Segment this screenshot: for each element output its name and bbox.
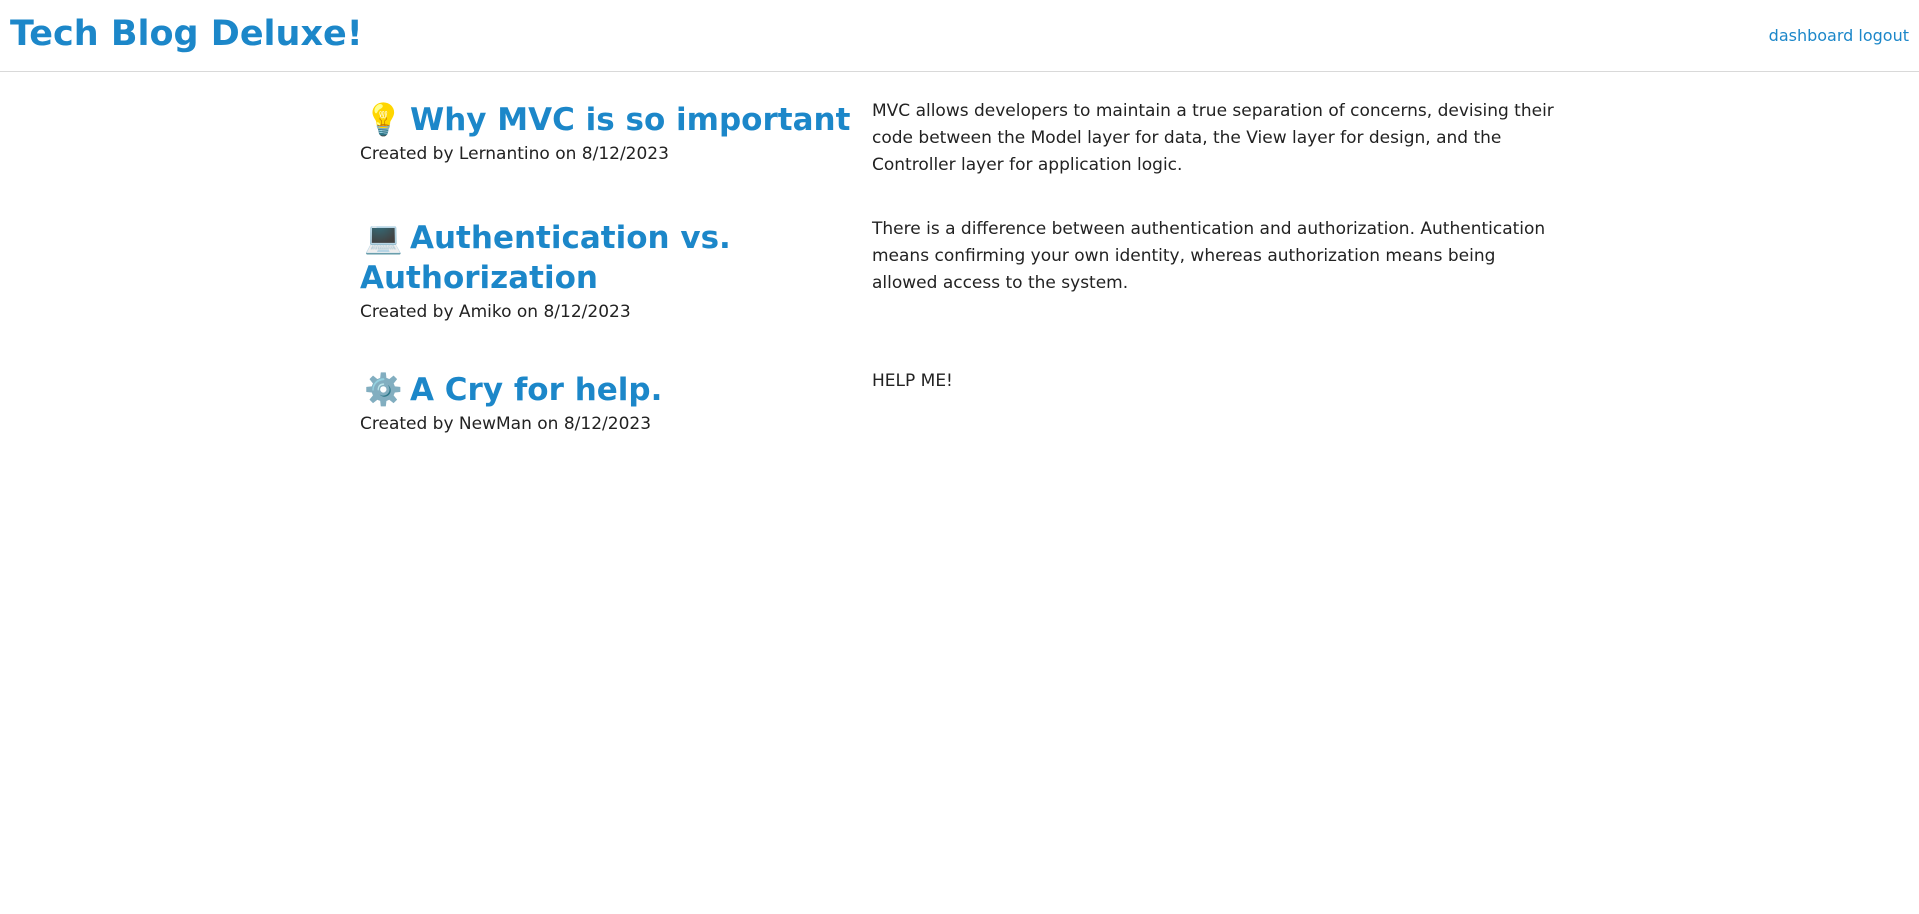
post-meta: Created by NewMan on 8/12/2023 xyxy=(360,414,652,434)
post-title: Why MVC is so important xyxy=(410,102,851,138)
post-title-link[interactable]: 💻 Authentication vs. Authorization xyxy=(360,218,872,298)
site-title[interactable]: Tech Blog Deluxe! xyxy=(10,10,363,58)
post-meta: Created by Lernantino on 8/12/2023 xyxy=(360,144,669,164)
post-body: HELP ME! xyxy=(872,371,953,391)
post-header: ⚙️ A Cry for help. Created by NewMan on 8… xyxy=(360,370,872,470)
lightbulb-icon: 💡 xyxy=(364,102,403,138)
post-meta: Created by Amiko on 8/12/2023 xyxy=(360,302,631,322)
post-body: There is a difference between authentica… xyxy=(872,219,1546,293)
post-title: Authentication vs. Authorization xyxy=(360,220,731,296)
dashboard-link[interactable]: dashboard xyxy=(1769,26,1854,45)
post-content: MVC allows developers to maintain a true… xyxy=(872,100,1560,218)
post-card: 💡 Why MVC is so important Created by Lern… xyxy=(360,100,1560,218)
post-list: 💡 Why MVC is so important Created by Lern… xyxy=(360,100,1560,470)
post-content: There is a difference between authentica… xyxy=(872,218,1560,370)
post-title-link[interactable]: ⚙️ A Cry for help. xyxy=(360,370,872,410)
laptop-icon: 💻 xyxy=(364,220,403,256)
site-header: Tech Blog Deluxe! dashboard logout xyxy=(0,0,1919,72)
logout-link[interactable]: logout xyxy=(1858,26,1909,45)
post-body: MVC allows developers to maintain a true… xyxy=(872,101,1554,175)
post-header: 💡 Why MVC is so important Created by Lern… xyxy=(360,100,872,218)
post-title: A Cry for help. xyxy=(410,372,663,408)
gear-icon: ⚙️ xyxy=(364,372,403,408)
header-nav: dashboard logout xyxy=(1769,25,1909,47)
post-title-link[interactable]: 💡 Why MVC is so important xyxy=(360,100,872,140)
post-card: ⚙️ A Cry for help. Created by NewMan on 8… xyxy=(360,370,1560,470)
post-content: HELP ME! xyxy=(872,370,1560,470)
post-card: 💻 Authentication vs. Authorization Create… xyxy=(360,218,1560,370)
post-header: 💻 Authentication vs. Authorization Create… xyxy=(360,218,872,370)
